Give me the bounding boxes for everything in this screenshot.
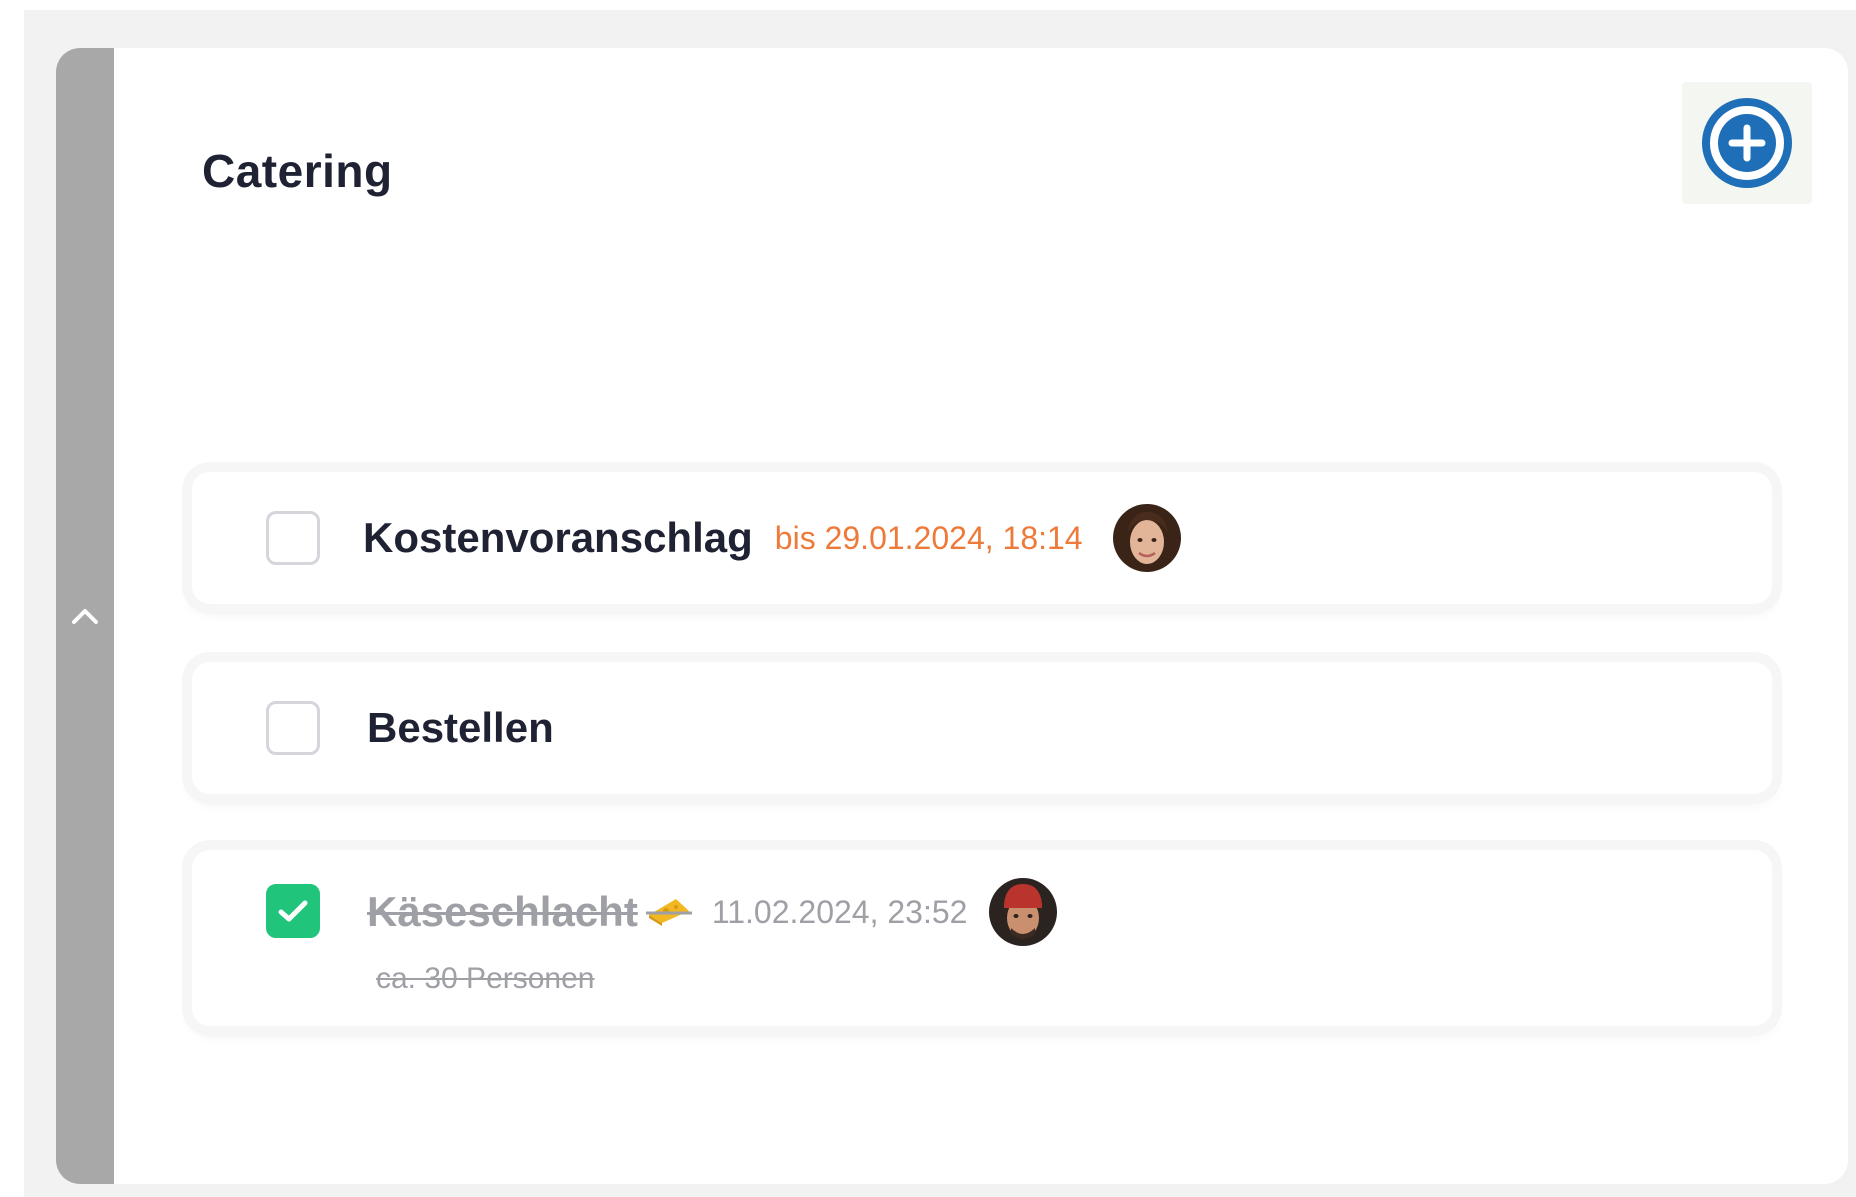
task-line: Käseschlacht 11.02.2024, 23:52: [367, 878, 1058, 946]
task-title: Käseschlacht: [367, 888, 638, 935]
task-completed-date: 11.02.2024, 23:52: [711, 893, 968, 930]
cheese-icon: [645, 893, 692, 932]
task-item[interactable]: Bestellen: [192, 662, 1772, 794]
avatar-man-image: [989, 878, 1058, 946]
assignee-avatar[interactable]: [1112, 504, 1181, 572]
task-line: Bestellen: [367, 698, 554, 758]
task-checkbox-checked[interactable]: [266, 884, 320, 938]
plus-circle-icon: [1702, 98, 1792, 188]
section-title: Catering: [202, 145, 393, 197]
assignee-avatar[interactable]: [989, 878, 1058, 946]
chevron-up-icon: [72, 609, 98, 624]
checkmark-icon: [278, 900, 308, 922]
task-title: Kostenvoranschlag: [363, 514, 753, 561]
avatar-woman-image: [1112, 504, 1181, 572]
task-item[interactable]: Kostenvoranschlag bis 29.01.2024, 18:14: [192, 472, 1772, 604]
task-item-completed[interactable]: Käseschlacht 11.02.2024, 23:52 ca. 30 Pe…: [192, 850, 1772, 1026]
catering-panel: Catering Kostenvoranschlag bis 29.01.202…: [56, 48, 1848, 1184]
add-task-button[interactable]: [1682, 82, 1812, 204]
task-line: Kostenvoranschlag bis 29.01.2024, 18:14: [363, 504, 1181, 572]
task-checkbox[interactable]: [266, 511, 320, 565]
task-checkbox[interactable]: [266, 701, 320, 755]
task-title: Bestellen: [367, 704, 554, 751]
task-due-date: bis 29.01.2024, 18:14: [774, 519, 1083, 556]
collapse-toggle[interactable]: [56, 48, 114, 1184]
task-note: ca. 30 Personen: [376, 962, 595, 995]
